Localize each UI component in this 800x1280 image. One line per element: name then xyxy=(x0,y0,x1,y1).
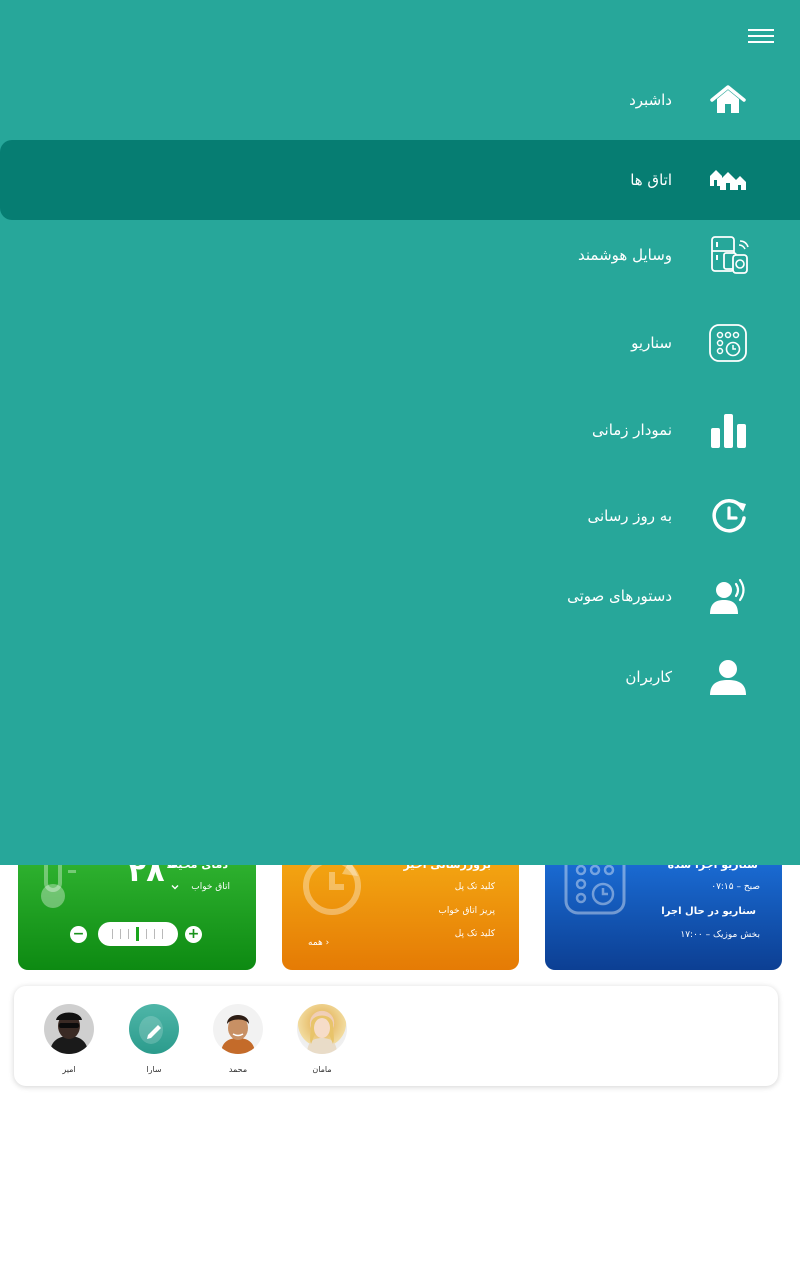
increase-button[interactable]: + xyxy=(185,926,202,943)
user-item[interactable]: مامان xyxy=(292,1004,352,1074)
user-icon xyxy=(706,655,750,699)
menu-item-label: اتاق ها xyxy=(630,171,672,189)
menu-item-scenario[interactable]: سناریو xyxy=(0,303,800,383)
see-all-link[interactable]: ‹ همه xyxy=(308,938,329,948)
avatar xyxy=(297,1004,347,1054)
user-item[interactable]: سارا xyxy=(124,1004,184,1074)
menu-item-update[interactable]: به روز رسانی xyxy=(0,476,800,556)
update-item: کلید تک پل xyxy=(454,882,495,892)
room-selector[interactable]: اتاق خواب xyxy=(191,882,230,892)
see-all-label: همه xyxy=(308,938,323,948)
menu-item-label: وسایل هوشمند xyxy=(578,246,672,264)
bar-chart-icon xyxy=(706,408,750,452)
user-name: سارا xyxy=(146,1065,162,1074)
navigation-drawer: داشبرد اتاق ها وسایل هوشمند سناریو نمودا… xyxy=(0,0,800,865)
menu-item-users[interactable]: کاربران xyxy=(0,637,800,717)
menu-item-voice-commands[interactable]: دستورهای صوتی xyxy=(0,556,800,636)
decrease-button[interactable]: − xyxy=(70,926,87,943)
menu-item-dashboard[interactable]: داشبرد xyxy=(0,60,800,140)
scenario-icon xyxy=(706,321,750,365)
users-card: مامان محمد سارا امیر xyxy=(14,986,778,1086)
user-name: امیر xyxy=(62,1065,76,1074)
avatar xyxy=(44,1004,94,1054)
menu-item-timeline[interactable]: نمودار زمانی xyxy=(0,390,800,470)
update-item: کلید تک پل xyxy=(454,929,495,939)
rooms-icon xyxy=(706,158,750,202)
chevron-down-icon[interactable] xyxy=(170,882,180,895)
user-item[interactable]: امیر xyxy=(39,1004,99,1074)
smart-devices-icon xyxy=(706,233,750,277)
scenario-running-item: بخش موزیک – ۱۷:۰۰ xyxy=(680,930,760,940)
slider-track[interactable] xyxy=(98,922,178,946)
user-name: مامان xyxy=(312,1065,332,1074)
user-name: محمد xyxy=(228,1065,248,1074)
update-clock-icon xyxy=(706,494,750,538)
hamburger-icon[interactable] xyxy=(748,29,774,43)
voice-command-icon xyxy=(706,574,750,618)
home-icon xyxy=(706,78,750,122)
menu-item-label: به روز رسانی xyxy=(587,507,672,525)
menu-item-label: دستورهای صوتی xyxy=(567,587,672,605)
slider-thumb[interactable] xyxy=(136,927,139,941)
menu-item-label: سناریو xyxy=(631,334,672,352)
user-item[interactable]: محمد xyxy=(208,1004,268,1074)
avatar xyxy=(129,1004,179,1054)
menu-item-smart-devices[interactable]: وسایل هوشمند xyxy=(0,215,800,295)
update-item: پریز اتاق خواب xyxy=(438,906,495,916)
menu-item-label: کاربران xyxy=(625,668,672,686)
scenario-running-label: سناریو در حال اجرا xyxy=(661,906,756,917)
avatar xyxy=(213,1004,263,1054)
chevron-left-icon: ‹ xyxy=(325,938,330,948)
scenario-time: صبح – ۰۷:۱۵ xyxy=(711,882,760,892)
menu-item-rooms[interactable]: اتاق ها xyxy=(0,140,800,220)
menu-item-label: نمودار زمانی xyxy=(592,421,672,439)
menu-item-label: داشبرد xyxy=(629,91,672,109)
temperature-slider[interactable]: − + xyxy=(70,922,210,948)
